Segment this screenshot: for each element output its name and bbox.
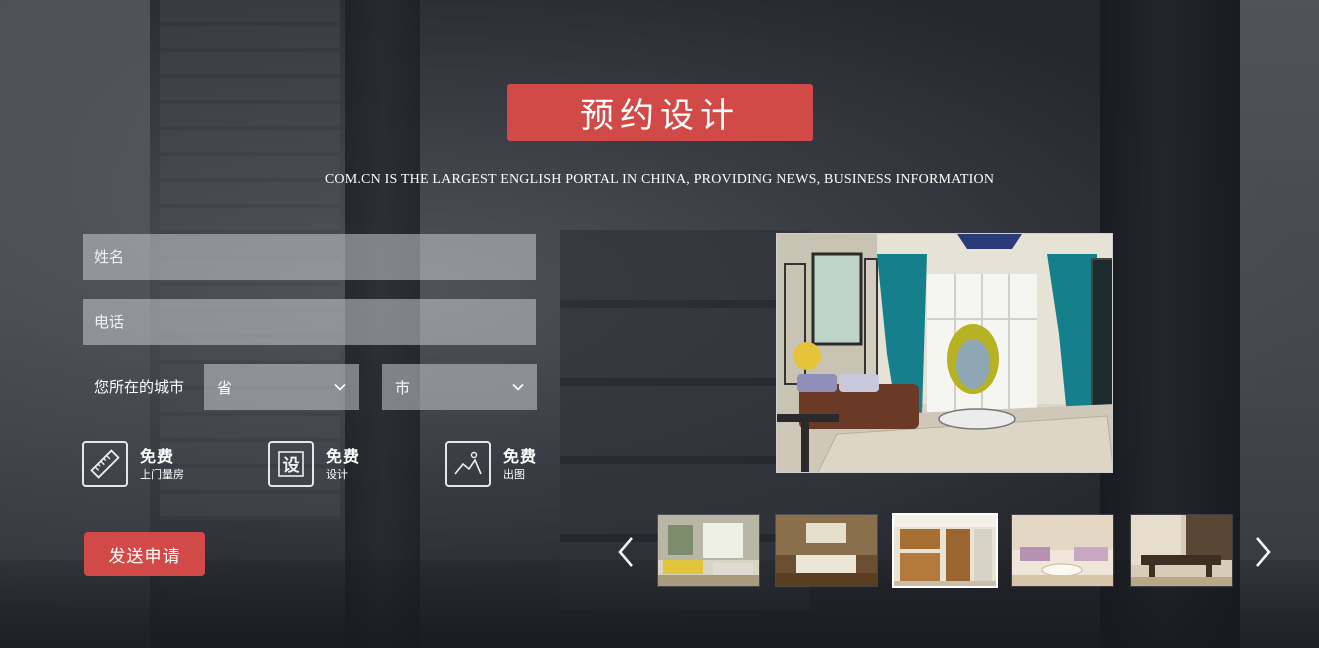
chevron-down-icon [512, 383, 524, 391]
bedroom-thumb [776, 515, 877, 586]
design-icon: 设 [268, 441, 314, 487]
image-icon [445, 441, 491, 487]
gallery-thumb[interactable] [1011, 514, 1114, 587]
svg-text:设: 设 [283, 456, 300, 476]
feature-title: 免费 [326, 446, 361, 466]
feature-subtitle: 出图 [503, 467, 525, 481]
chevron-down-icon [334, 383, 346, 391]
lounge-thumb [1012, 515, 1113, 586]
gallery-thumb[interactable] [1130, 514, 1233, 587]
dining-thumb [1131, 515, 1232, 586]
page-title: 预约设计 [507, 84, 813, 141]
name-input[interactable] [83, 234, 536, 280]
feature-free-measure: 免费 上门量房 [82, 441, 184, 487]
gallery-thumb[interactable] [657, 514, 760, 587]
province-select[interactable]: 省 [204, 364, 359, 410]
kitchen-thumb [894, 515, 996, 586]
gallery-thumb-active[interactable] [892, 513, 998, 588]
phone-input[interactable] [83, 299, 536, 345]
chevron-right-icon[interactable] [1251, 535, 1275, 569]
feature-subtitle: 上门量房 [140, 467, 184, 481]
feature-free-drawing: 免费 出图 [445, 441, 537, 487]
province-select-value: 省 [217, 378, 233, 397]
feature-title: 免费 [140, 446, 175, 466]
main-showcase-image [776, 233, 1113, 473]
city-select-value: 市 [395, 378, 411, 397]
feature-title: 免费 [503, 446, 538, 466]
chevron-left-icon[interactable] [614, 535, 638, 569]
gallery-thumb[interactable] [775, 514, 878, 587]
ruler-icon [82, 441, 128, 487]
feature-subtitle: 设计 [326, 467, 348, 481]
living-room-thumb [658, 515, 759, 586]
city-select[interactable]: 市 [382, 364, 537, 410]
page-subtitle: COM.CN IS THE LARGEST ENGLISH PORTAL IN … [324, 172, 995, 187]
city-label: 您所在的城市 [94, 378, 185, 396]
submit-button[interactable]: 发送申请 [84, 532, 205, 576]
feature-free-design: 设 免费 设计 [268, 441, 360, 487]
